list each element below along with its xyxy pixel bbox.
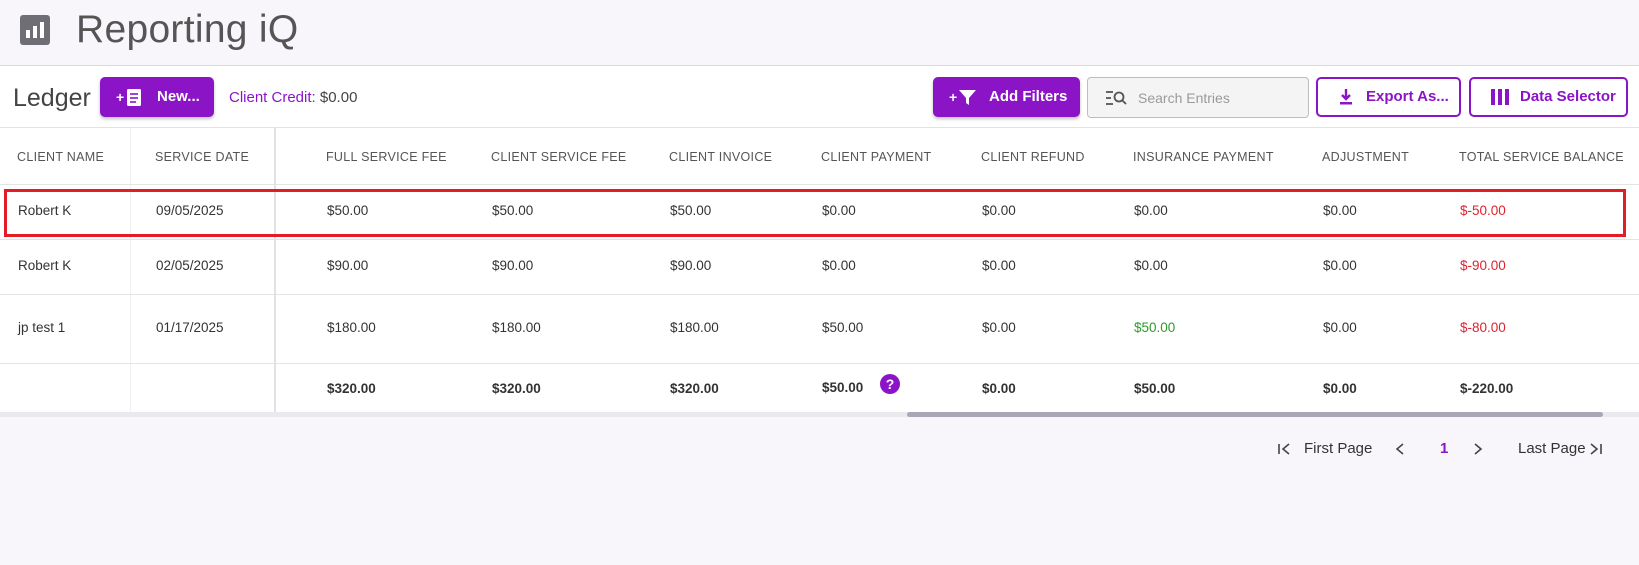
table-cell: $50.00 [492, 203, 534, 218]
column-header[interactable]: FULL SERVICE FEE [326, 150, 447, 164]
table-cell: $0.00 [982, 320, 1016, 335]
client-credit: Client Credit: $0.00 [229, 88, 357, 108]
table-header-row: CLIENT NAME SERVICE DATE FULL SERVICE FE… [0, 128, 1639, 185]
last-page-button[interactable]: Last Page [1518, 437, 1586, 461]
table-cell: $0.00 [1323, 320, 1357, 335]
help-icon[interactable]: ? [880, 374, 900, 394]
filter-icon: + [949, 89, 976, 105]
table-cell: $50.00 [1134, 320, 1176, 335]
table-cell: jp test 1 [18, 320, 66, 335]
total-cell: $50.00 [822, 380, 864, 395]
table-cell: $0.00 [1323, 203, 1357, 218]
next-page-icon[interactable] [1471, 437, 1485, 461]
add-filters-button[interactable]: + Add Filters [933, 77, 1080, 117]
add-filters-label: Add Filters [989, 88, 1068, 105]
table-cell: $50.00 [822, 320, 864, 335]
table-cell: $0.00 [982, 258, 1016, 273]
table-cell: $-50.00 [1460, 203, 1506, 218]
total-cell: $-220.00 [1460, 381, 1514, 396]
table-cell: 01/17/2025 [156, 320, 224, 335]
table-cell: Robert K [18, 258, 72, 273]
client-credit-value: $0.00 [319, 89, 358, 106]
previous-page-icon[interactable] [1393, 437, 1407, 461]
table-cell: $-80.00 [1460, 320, 1506, 335]
first-page-button[interactable]: First Page [1304, 437, 1372, 461]
app-title: Reporting iQ [76, 8, 299, 51]
table-cell: $0.00 [982, 203, 1016, 218]
new-button-label: New... [157, 88, 200, 105]
app-header: Reporting iQ [0, 0, 1639, 66]
total-cell: $320.00 [670, 381, 719, 396]
column-header[interactable]: CLIENT REFUND [981, 150, 1085, 164]
export-button-label: Export As... [1366, 88, 1449, 105]
table-cell: $0.00 [1134, 258, 1168, 273]
table-row[interactable]: jp test 1 01/17/2025 $180.00 $180.00 $18… [0, 295, 1639, 364]
total-cell: $50.00 [1134, 381, 1176, 396]
export-button[interactable]: Export As... [1316, 77, 1461, 117]
total-cell: $320.00 [492, 381, 541, 396]
column-header[interactable]: TOTAL SERVICE BALANCE [1459, 150, 1624, 164]
first-page-icon[interactable] [1277, 437, 1293, 461]
client-credit-label: Client Credit: [229, 89, 316, 106]
table-cell: $50.00 [327, 203, 369, 218]
total-cell: $0.00 [1323, 381, 1357, 396]
table-cell: Robert K [18, 203, 72, 218]
table-cell: $-90.00 [1460, 258, 1506, 273]
table-row[interactable]: Robert K 09/05/2025 $50.00 $50.00 $50.00… [0, 185, 1639, 240]
table-cell: $0.00 [1323, 258, 1357, 273]
data-selector-button[interactable]: Data Selector [1469, 77, 1628, 117]
new-document-icon: + [116, 89, 141, 106]
horizontal-scrollbar[interactable] [0, 412, 1639, 417]
column-header[interactable]: INSURANCE PAYMENT [1133, 150, 1274, 164]
table-cell: $90.00 [327, 258, 369, 273]
column-header[interactable]: CLIENT SERVICE FEE [491, 150, 627, 164]
columns-icon [1491, 89, 1509, 105]
table-cell: $0.00 [822, 203, 856, 218]
last-page-icon[interactable] [1587, 437, 1603, 461]
data-selector-label: Data Selector [1520, 88, 1616, 105]
download-icon [1340, 89, 1352, 105]
table-cell: $0.00 [1134, 203, 1168, 218]
svg-text:+: + [949, 89, 957, 105]
ledger-toolbar: Ledger + New... Client Credit: $0.00 + A… [0, 66, 1639, 128]
table-cell: $180.00 [492, 320, 541, 335]
table-cell: $0.00 [822, 258, 856, 273]
column-header[interactable]: CLIENT PAYMENT [821, 150, 931, 164]
table-row[interactable]: Robert K 02/05/2025 $90.00 $90.00 $90.00… [0, 240, 1639, 295]
column-header[interactable]: CLIENT INVOICE [669, 150, 772, 164]
total-cell: $0.00 [982, 381, 1016, 396]
bar-chart-icon [20, 15, 50, 45]
svg-text:+: + [116, 89, 124, 105]
table-cell: 02/05/2025 [156, 258, 224, 273]
totals-row: $320.00 $320.00 $320.00 $50.00 ? $0.00 $… [0, 364, 1639, 413]
total-cell: $320.00 [327, 381, 376, 396]
column-header[interactable]: ADJUSTMENT [1322, 150, 1409, 164]
ledger-table: CLIENT NAME SERVICE DATE FULL SERVICE FE… [0, 128, 1639, 413]
page-title: Ledger [13, 84, 91, 112]
table-cell: $90.00 [670, 258, 712, 273]
table-cell: $180.00 [670, 320, 719, 335]
column-header[interactable]: CLIENT NAME [17, 150, 104, 164]
scrollbar-thumb[interactable] [907, 412, 1603, 417]
search-input[interactable] [1138, 87, 1298, 109]
column-header[interactable]: SERVICE DATE [155, 150, 249, 164]
table-cell: $90.00 [492, 258, 534, 273]
search-box [1087, 77, 1309, 118]
search-list-icon [1106, 91, 1127, 105]
table-cell: $180.00 [327, 320, 376, 335]
current-page[interactable]: 1 [1440, 437, 1448, 461]
new-button[interactable]: + New... [100, 77, 214, 117]
table-cell: $50.00 [670, 203, 712, 218]
table-cell: 09/05/2025 [156, 203, 224, 218]
